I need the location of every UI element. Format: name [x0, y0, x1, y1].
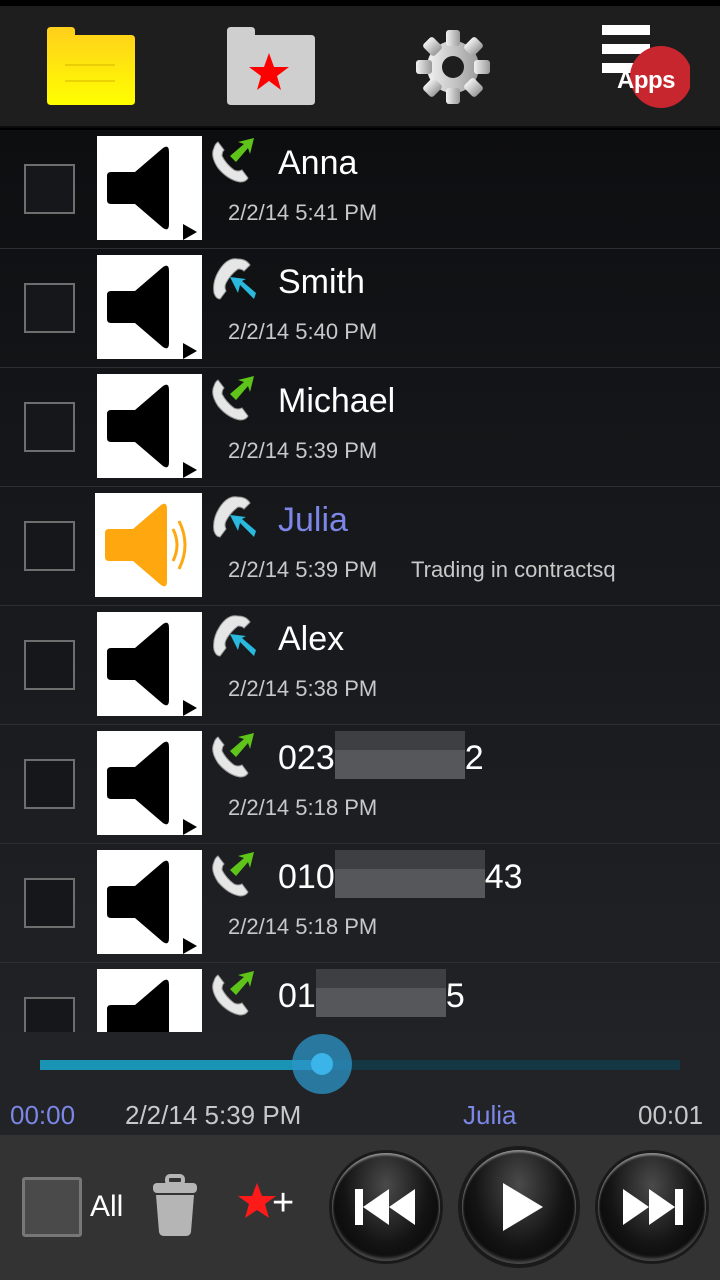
recording-row[interactable]: Smith 2/2/14 5:40 PM [0, 249, 720, 368]
recording-date: 2/2/14 5:39 PM [228, 438, 378, 463]
favorites-folder-button[interactable] [200, 6, 340, 128]
row-checkbox[interactable] [24, 402, 75, 452]
incoming-call-icon [208, 255, 258, 305]
outgoing-call-icon [208, 374, 258, 424]
redacted-number [334, 850, 485, 899]
delete-button[interactable] [148, 1174, 202, 1243]
speaker-play-icon[interactable] [97, 255, 202, 359]
incoming-call-icon [208, 493, 258, 543]
skip-previous-icon [355, 1189, 415, 1225]
recording-row[interactable]: Michael 2/2/14 5:39 PM [0, 368, 720, 487]
settings-button[interactable] [383, 6, 523, 128]
elapsed-time: 00:00 [10, 1100, 76, 1130]
playing-date: 2/2/14 5:39 PM [125, 1100, 302, 1130]
row-checkbox[interactable] [24, 640, 75, 690]
contact-name: Julia [278, 501, 348, 539]
select-all-checkbox[interactable] [22, 1177, 82, 1237]
player-panel [0, 1032, 720, 1135]
add-favorite-button[interactable]: + [238, 1180, 304, 1230]
recording-row[interactable]: Alex 2/2/14 5:38 PM [0, 606, 720, 725]
speaker-play-icon[interactable] [97, 374, 202, 478]
row-checkbox[interactable] [24, 521, 75, 571]
contact-name: Smith [278, 263, 365, 301]
next-button[interactable] [598, 1153, 706, 1261]
redacted-number [315, 969, 446, 1018]
star-folder-icon [227, 27, 315, 105]
recording-date: 2/2/14 5:18 PM [228, 914, 378, 939]
select-all-label: All [90, 1190, 124, 1223]
outgoing-call-icon [208, 969, 258, 1019]
contact-name: 010 43 [278, 850, 523, 899]
all-recordings-folder-button[interactable] [20, 6, 160, 128]
speaker-play-icon[interactable] [97, 850, 202, 954]
row-checkbox[interactable] [24, 997, 75, 1032]
apps-menu-button[interactable]: Apps [565, 6, 705, 128]
top-toolbar: Apps [0, 6, 720, 128]
recording-date: 2/2/14 5:18 PM [228, 795, 378, 820]
row-checkbox[interactable] [24, 164, 75, 214]
speaker-playing-icon[interactable] [95, 493, 202, 597]
speaker-play-icon[interactable] [97, 969, 202, 1032]
add-favorite-label: + [272, 1182, 295, 1224]
play-icon [503, 1183, 543, 1231]
apps-badge-label: Apps [617, 67, 676, 94]
recordings-list[interactable]: Anna 2/2/14 5:41 PM Smith 2/2/14 5:40 PM Mic… [0, 130, 720, 1032]
recording-date: 2/2/14 5:41 PM [228, 200, 378, 225]
speaker-play-icon[interactable] [97, 136, 202, 240]
contact-name: 023 2 [278, 731, 484, 780]
contact-name: 01 5 [278, 969, 465, 1018]
seek-bar[interactable] [40, 1060, 680, 1070]
outgoing-call-icon [208, 136, 258, 186]
recording-row[interactable]: 010 43 2/2/14 5:18 PM [0, 844, 720, 963]
playing-contact: Julia [463, 1100, 517, 1130]
recording-note: Trading in contractsq [411, 557, 616, 582]
speaker-play-icon[interactable] [97, 612, 202, 716]
seek-bar-thumb[interactable] [291, 1034, 352, 1094]
recording-date: 2/2/14 5:38 PM [228, 676, 378, 701]
row-checkbox[interactable] [24, 759, 75, 809]
outgoing-call-icon [208, 850, 258, 900]
incoming-call-icon [208, 612, 258, 662]
recording-row[interactable]: 023 2 2/2/14 5:18 PM [0, 725, 720, 844]
play-button[interactable] [462, 1150, 576, 1264]
previous-button[interactable] [332, 1153, 440, 1261]
outgoing-call-icon [208, 731, 258, 781]
gear-icon [416, 30, 490, 104]
recording-row[interactable]: 01 5 [0, 963, 720, 1032]
recording-date: 2/2/14 5:39 PM [228, 557, 378, 582]
row-checkbox[interactable] [24, 283, 75, 333]
speaker-play-icon[interactable] [97, 731, 202, 835]
seek-bar-progress [40, 1060, 322, 1070]
row-checkbox[interactable] [24, 878, 75, 928]
recording-date: 2/2/14 5:40 PM [228, 319, 378, 344]
folder-icon [47, 27, 135, 105]
contact-name: Anna [278, 144, 358, 182]
contact-name: Michael [278, 382, 396, 420]
total-duration: 00:01 [638, 1100, 704, 1130]
recording-row[interactable]: Julia 2/2/14 5:39 PM Trading in contractsq [0, 487, 720, 606]
contact-name: Alex [278, 620, 345, 658]
skip-next-icon [623, 1189, 683, 1225]
trash-icon [153, 1174, 197, 1236]
recording-row[interactable]: Anna 2/2/14 5:41 PM [0, 130, 720, 249]
redacted-number [334, 731, 465, 780]
